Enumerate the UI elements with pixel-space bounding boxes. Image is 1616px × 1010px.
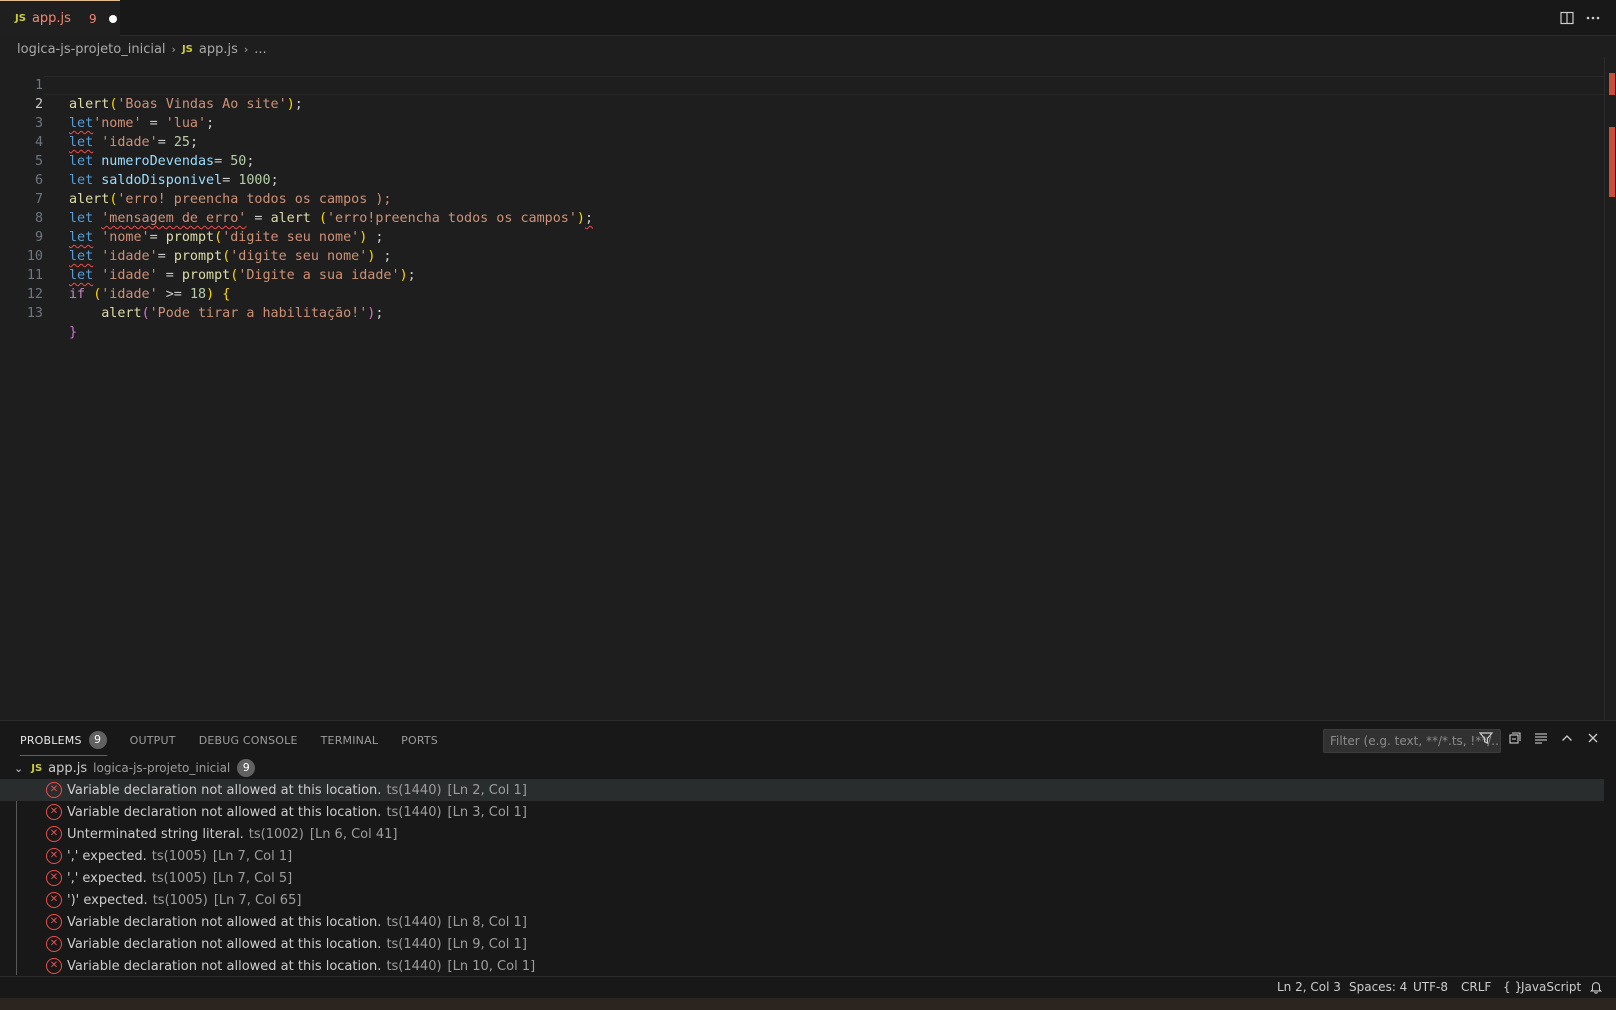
tab-problems[interactable]: PROBLEMS 9 [20, 731, 107, 756]
unsaved-dot-icon[interactable] [108, 14, 117, 23]
cursor-position[interactable]: Ln 2, Col 3 [1277, 980, 1341, 994]
code-line[interactable]: 8 let 'nome'= prompt('digite seu nome') … [0, 190, 1604, 245]
maximize-panel-icon[interactable] [1558, 730, 1576, 748]
chevron-down-icon[interactable]: ⌄ [14, 762, 23, 775]
overview-ruler-scrollbar[interactable] [1604, 57, 1616, 720]
code-line[interactable]: 11 if ('idade' >= 18) { [0, 247, 1604, 302]
code-line[interactable]: 9 let 'idade'= prompt('digite seu nome')… [0, 209, 1604, 264]
code-line[interactable]: 7 let 'mensagem de erro' = alert ('erro!… [0, 171, 1604, 226]
split-editor-icon[interactable] [1559, 10, 1575, 26]
code-line[interactable]: 6 alert('erro! preencha todos os campos … [0, 152, 1604, 207]
close-panel-icon[interactable] [1584, 730, 1602, 748]
code-line[interactable]: 2 let'nome' = 'lua'; [0, 76, 1604, 131]
tab-problem-count: 9 [88, 11, 97, 26]
tab-filename: app.js [31, 11, 71, 26]
problem-row[interactable]: ✕ ',' expected. ts(1005) [Ln 7, Col 1] [0, 845, 1604, 867]
panel-tabs: PROBLEMS 9 OUTPUT DEBUG CONSOLE TERMINAL … [20, 731, 461, 756]
error-icon: ✕ [46, 936, 62, 952]
tab-ports[interactable]: PORTS [401, 734, 438, 753]
line-ending-setting[interactable]: CRLF [1461, 980, 1491, 994]
problems-filter-input[interactable]: Filter (e.g. text, **/*.ts, !**/... [1323, 729, 1501, 753]
code-line[interactable]: 10 let 'idade' = prompt('Digite a sua id… [0, 228, 1604, 283]
code-line[interactable]: 1 alert('Boas Vindas Ao site'); [0, 57, 1604, 112]
problem-row[interactable]: ✕ Variable declaration not allowed at th… [0, 801, 1604, 823]
error-icon: ✕ [46, 782, 62, 798]
breadcrumb-folder[interactable]: logica-js-projeto_inicial [17, 42, 166, 57]
collapse-all-icon[interactable] [1506, 730, 1524, 748]
error-marker[interactable] [1609, 73, 1615, 95]
tab-output[interactable]: OUTPUT [130, 734, 176, 753]
error-icon: ✕ [46, 826, 62, 842]
encoding-setting[interactable]: UTF-8 [1413, 980, 1448, 994]
problems-file-group[interactable]: ⌄ JS app.js logica-js-projeto_inicial 9 [14, 757, 256, 779]
group-filename: app.js [48, 760, 88, 776]
error-icon: ✕ [46, 870, 62, 886]
bottom-panel: PROBLEMS 9 OUTPUT DEBUG CONSOLE TERMINAL … [0, 720, 1616, 976]
problem-row[interactable]: ✕ Variable declaration not allowed at th… [0, 933, 1604, 955]
code-line[interactable]: 3 let 'idade'= 25; [0, 95, 1604, 150]
status-bar: Ln 2, Col 3 Spaces: 4 UTF-8 CRLF { } Jav… [0, 976, 1616, 998]
editor-tab-bar: JS app.js 9 [0, 0, 1616, 36]
language-mode[interactable]: JavaScript [1521, 980, 1581, 994]
bell-icon[interactable] [1589, 980, 1603, 997]
word-wrap-icon[interactable] [1532, 730, 1550, 748]
javascript-file-icon: JS [181, 43, 193, 55]
error-icon: ✕ [46, 892, 62, 908]
code-line[interactable]: 13 } [0, 285, 1604, 340]
error-icon: ✕ [46, 914, 62, 930]
problem-row[interactable]: ✕ Variable declaration not allowed at th… [0, 955, 1604, 977]
tab-terminal[interactable]: TERMINAL [321, 734, 379, 753]
os-taskbar [0, 998, 1616, 1010]
breadcrumb: logica-js-projeto_inicial › JS app.js › … [17, 40, 267, 58]
problems-count-badge: 9 [88, 731, 107, 749]
javascript-file-icon: JS [31, 762, 43, 774]
error-icon: ✕ [46, 848, 62, 864]
javascript-file-icon: JS [15, 13, 26, 24]
error-marker[interactable] [1609, 127, 1615, 197]
filter-icon[interactable] [1477, 730, 1495, 748]
code-editor[interactable]: 1 alert('Boas Vindas Ao site'); 2 let'no… [0, 57, 1604, 720]
group-count-badge: 9 [237, 759, 256, 777]
indentation-setting[interactable]: Spaces: 4 [1349, 980, 1407, 994]
problem-row[interactable]: ✕ Variable declaration not allowed at th… [0, 779, 1604, 801]
error-icon: ✕ [46, 804, 62, 820]
group-filepath: logica-js-projeto_inicial [93, 761, 231, 775]
problem-row[interactable]: ✕ ',' expected. ts(1005) [Ln 7, Col 5] [0, 867, 1604, 889]
chevron-right-icon: › [243, 42, 249, 56]
language-icon: { } [1503, 980, 1523, 994]
more-actions-icon[interactable] [1585, 10, 1601, 26]
problem-row[interactable]: ✕ ')' expected. ts(1005) [Ln 7, Col 65] [0, 889, 1604, 911]
tab-debug-console[interactable]: DEBUG CONSOLE [199, 734, 298, 753]
line-number: 13 [26, 306, 43, 321]
code-line[interactable]: 12 alert('Pode tirar a habilitação!'); [0, 266, 1604, 321]
code-line[interactable]: 4 let numeroDevendas= 50; [0, 114, 1604, 169]
code-line[interactable]: 5 let saldoDisponivel= 1000; [0, 133, 1604, 188]
problem-row[interactable]: ✕ Variable declaration not allowed at th… [0, 911, 1604, 933]
problem-row[interactable]: ✕ Unterminated string literal. ts(1002) [L… [0, 823, 1604, 845]
error-icon: ✕ [46, 958, 62, 974]
tab-app-js[interactable]: JS app.js 9 [0, 0, 120, 36]
chevron-right-icon: › [171, 42, 176, 56]
breadcrumb-file[interactable]: app.js [199, 42, 238, 57]
breadcrumb-symbols[interactable]: ... [254, 42, 266, 57]
